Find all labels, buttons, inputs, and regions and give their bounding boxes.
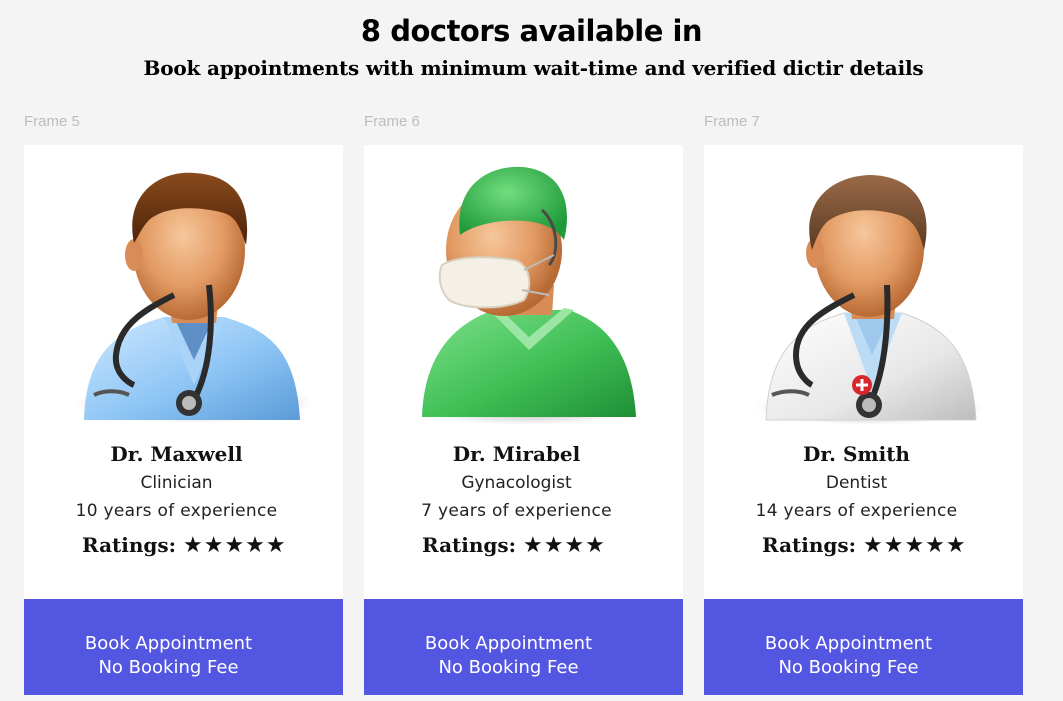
doctor-card-mirabel: Dr. Mirabel Gynacologist 7 years of expe…	[364, 145, 683, 695]
doctor-card-maxwell: Dr. Maxwell Clinician 10 years of experi…	[24, 145, 343, 695]
booking-fee-label: No Booking Fee	[98, 657, 239, 678]
doctor-white-coat-icon	[704, 145, 1023, 435]
doctor-ratings: Ratings: ★★★★★	[82, 533, 287, 558]
book-appointment-label: Book Appointment	[764, 633, 933, 654]
star-rating-icon: ★★★★★	[863, 533, 967, 558]
doctor-name: Dr. Mirabel	[452, 442, 581, 466]
doctor-experience: 14 years of experience	[755, 501, 958, 521]
booking-fee-label: No Booking Fee	[438, 657, 579, 678]
doctor-specialty: Dentist	[825, 473, 888, 493]
doctor-specialty: Clinician	[140, 473, 213, 493]
page-subtitle: Book appointments with minimum wait-time…	[143, 56, 924, 80]
doctor-ratings: Ratings: ★★★★	[422, 533, 606, 558]
star-rating-icon: ★★★★★	[183, 533, 287, 558]
doctor-experience: 10 years of experience	[75, 501, 278, 521]
book-appointment-button[interactable]: Book Appointment No Booking Fee	[364, 599, 683, 695]
page-title: 8 doctors available in	[360, 14, 703, 48]
ratings-label: Ratings:	[762, 533, 857, 557]
doctor-experience: 7 years of experience	[421, 501, 612, 521]
doctor-blue-coat-icon	[24, 145, 343, 435]
doctor-ratings: Ratings: ★★★★★	[762, 533, 967, 558]
surgeon-green-scrubs-icon	[364, 145, 683, 435]
doctor-specialty: Gynacologist	[461, 473, 572, 493]
book-appointment-label: Book Appointment	[424, 633, 593, 654]
frame-label-6: Frame 6	[364, 113, 420, 130]
frame-label-7: Frame 7	[704, 113, 760, 130]
book-appointment-button[interactable]: Book Appointment No Booking Fee	[24, 599, 343, 695]
doctor-name: Dr. Maxwell	[110, 442, 243, 466]
star-rating-icon: ★★★★	[523, 533, 606, 558]
book-appointment-label: Book Appointment	[84, 633, 253, 654]
doctor-name: Dr. Smith	[803, 442, 910, 466]
frame-label-5: Frame 5	[24, 113, 80, 130]
ratings-label: Ratings:	[82, 533, 177, 557]
book-appointment-button[interactable]: Book Appointment No Booking Fee	[704, 599, 1023, 695]
ratings-label: Ratings:	[422, 533, 517, 557]
doctor-card-smith: Dr. Smith Dentist 14 years of experience…	[704, 145, 1023, 695]
booking-fee-label: No Booking Fee	[778, 657, 919, 678]
